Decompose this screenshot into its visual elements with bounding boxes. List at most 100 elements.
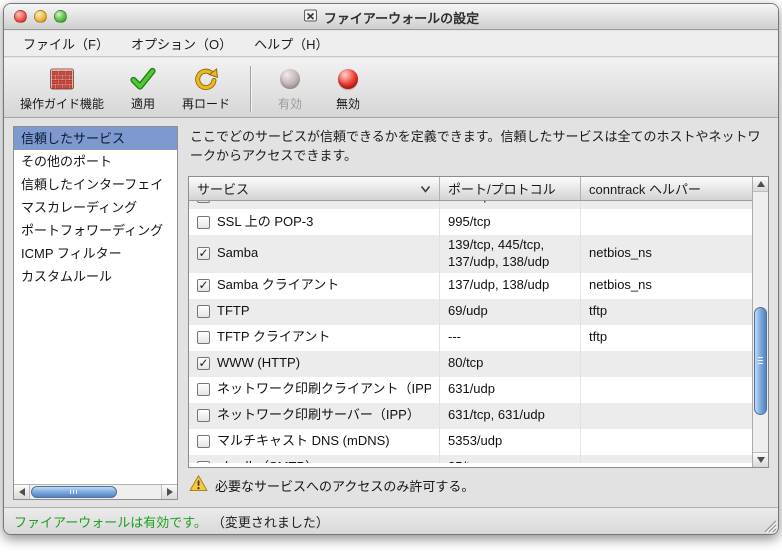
conntrack-helper-cell bbox=[581, 455, 752, 463]
conntrack-helper-cell: netbios_ns bbox=[581, 235, 752, 273]
service-checkbox[interactable] bbox=[197, 305, 210, 318]
ports-cell: 139/tcp, 445/tcp, 137/udp, 138/udp bbox=[440, 235, 581, 273]
content-area: 信頼したサービスその他のポート信頼したインターフェイマスカレーディングポートフォ… bbox=[4, 119, 778, 507]
arrow-down-icon bbox=[757, 457, 765, 463]
service-checkbox[interactable] bbox=[197, 201, 210, 203]
service-checkbox[interactable] bbox=[197, 331, 210, 344]
table-row[interactable]: TFTP クライアント---tftp bbox=[189, 325, 752, 351]
firewall-status-text: ファイアーウォールは有効です。 bbox=[14, 512, 207, 531]
sidebar-item[interactable]: ICMP フィルター bbox=[14, 242, 177, 265]
vertical-scroll-thumb[interactable] bbox=[754, 307, 767, 415]
scroll-up-button[interactable] bbox=[753, 177, 768, 192]
toolbar-button-label: 再ロード bbox=[182, 95, 230, 112]
service-name: ネットワーク印刷クライアント（IPP） bbox=[217, 381, 431, 398]
gray-ball-icon bbox=[280, 66, 300, 92]
ports-cell: 995/tcp bbox=[440, 209, 581, 235]
resize-grip[interactable] bbox=[761, 517, 777, 533]
service-checkbox[interactable] bbox=[197, 435, 210, 448]
column-header-label: ポート/プロトコル bbox=[448, 179, 556, 198]
table-body: SSL 上の IMAP993/tcpSSL 上の POP-3995/tcp✓Sa… bbox=[189, 201, 752, 467]
sidebar-item[interactable]: 信頼したサービス bbox=[14, 127, 177, 150]
service-checkbox[interactable]: ✓ bbox=[197, 461, 210, 463]
horizontal-scroll-thumb[interactable] bbox=[31, 486, 117, 498]
ports-cell: 5353/udp bbox=[440, 429, 581, 455]
service-checkbox[interactable]: ✓ bbox=[197, 357, 210, 370]
wizard-icon bbox=[49, 66, 75, 92]
arrow-right-icon bbox=[167, 488, 173, 496]
conntrack-helper-cell bbox=[581, 209, 752, 235]
service-name: SSL 上の IMAP bbox=[217, 201, 306, 204]
table-row[interactable]: ✓Samba クライアント137/udp, 138/udpnetbios_ns bbox=[189, 273, 752, 299]
toolbar-button-label: 適用 bbox=[131, 95, 155, 112]
ports-cell: --- bbox=[440, 325, 581, 351]
titlebar[interactable]: ファイアーウォールの設定 bbox=[4, 4, 778, 30]
service-name: Samba クライアント bbox=[217, 277, 339, 294]
wizard-button[interactable]: 操作ガイド機能 bbox=[10, 63, 114, 115]
table-row[interactable]: マルチキャスト DNS (mDNS) 5353/udp bbox=[189, 429, 752, 455]
app-icon bbox=[303, 8, 318, 26]
service-name: マルチキャスト DNS (mDNS) bbox=[217, 433, 390, 450]
red-ball-icon bbox=[338, 66, 358, 92]
toolbar-separator bbox=[250, 66, 251, 112]
table-row[interactable]: ネットワーク印刷クライアント（IPP）631/udp bbox=[189, 377, 752, 403]
table-row[interactable]: ネットワーク印刷サーバー（IPP） 631/tcp, 631/udp bbox=[189, 403, 752, 429]
table-row[interactable]: ✓WWW (HTTP)80/tcp bbox=[189, 351, 752, 377]
table-row[interactable]: TFTP69/udptftp bbox=[189, 299, 752, 325]
service-checkbox[interactable] bbox=[197, 383, 210, 396]
statusbar: ファイアーウォールは有効です。 （変更されました） bbox=[4, 507, 778, 534]
column-header[interactable]: サービス bbox=[189, 177, 440, 200]
table-header: サービスポート/プロトコル conntrack ヘルパー bbox=[189, 177, 752, 201]
toolbar-button-label: 無効 bbox=[336, 95, 360, 112]
service-name: TFTP bbox=[217, 303, 250, 320]
ports-cell: 993/tcp bbox=[440, 201, 581, 209]
service-checkbox[interactable]: ✓ bbox=[197, 279, 210, 292]
column-header[interactable]: conntrack ヘルパー bbox=[581, 177, 752, 200]
menu-file[interactable]: ファイル（F） bbox=[12, 31, 120, 56]
conntrack-helper-cell: tftp bbox=[581, 325, 752, 351]
warning-row: 必要なサービスへのアクセスのみ許可する。 bbox=[189, 472, 769, 498]
sidebar-item[interactable]: ポートフォワーディング bbox=[14, 219, 177, 242]
ports-cell: 631/tcp, 631/udp bbox=[440, 403, 581, 429]
table-row[interactable]: ✓Samba139/tcp, 445/tcp, 137/udp, 138/udp… bbox=[189, 235, 752, 273]
table-area: サービスポート/プロトコル conntrack ヘルパー SSL 上の IMAP 9… bbox=[189, 177, 752, 467]
conntrack-helper-cell bbox=[581, 377, 752, 403]
conntrack-helper-cell: netbios_ns bbox=[581, 273, 752, 299]
scroll-down-button[interactable] bbox=[753, 452, 768, 467]
menu-options[interactable]: オプション（O） bbox=[120, 31, 243, 56]
toolbar-button-label: 操作ガイド機能 bbox=[20, 95, 104, 112]
table-row[interactable]: ✓メール（SMTP）25/tcp bbox=[189, 455, 752, 463]
title-area: ファイアーウォールの設定 bbox=[4, 4, 778, 30]
services-table: サービスポート/プロトコル conntrack ヘルパー SSL 上の IMAP 9… bbox=[188, 176, 769, 468]
sidebar-horizontal-scrollbar[interactable] bbox=[14, 484, 177, 499]
apply-button[interactable]: 適用 bbox=[114, 63, 172, 115]
menu-help[interactable]: ヘルプ（H） bbox=[243, 31, 339, 56]
sidebar-item[interactable]: 信頼したインターフェイ bbox=[14, 173, 177, 196]
table-vertical-scrollbar[interactable] bbox=[752, 177, 768, 467]
service-name: ネットワーク印刷サーバー（IPP） bbox=[217, 407, 420, 424]
sidebar-item[interactable]: その他のポート bbox=[14, 150, 177, 173]
disable-button[interactable]: 無効 bbox=[319, 63, 377, 115]
conntrack-helper-cell: tftp bbox=[581, 299, 752, 325]
ports-cell: 80/tcp bbox=[440, 351, 581, 377]
conntrack-helper-cell bbox=[581, 351, 752, 377]
scroll-right-button[interactable] bbox=[161, 485, 177, 499]
sort-indicator-icon bbox=[420, 185, 431, 193]
service-checkbox[interactable] bbox=[197, 216, 210, 229]
warning-text: 必要なサービスへのアクセスのみ許可する。 bbox=[215, 476, 474, 495]
conntrack-helper-cell bbox=[581, 429, 752, 455]
table-row[interactable]: SSL 上の POP-3995/tcp bbox=[189, 209, 752, 235]
column-header[interactable]: ポート/プロトコル bbox=[440, 177, 581, 200]
sidebar-item[interactable]: カスタムルール bbox=[14, 265, 177, 288]
reload-icon bbox=[194, 66, 218, 92]
scroll-left-button[interactable] bbox=[14, 485, 30, 499]
reload-button[interactable]: 再ロード bbox=[172, 63, 240, 115]
table-row[interactable]: SSL 上の IMAP 993/tcp bbox=[189, 201, 752, 209]
toolbar: 操作ガイド機能適用再ロード有効無効 bbox=[4, 58, 778, 118]
service-checkbox[interactable]: ✓ bbox=[197, 247, 210, 260]
sidebar: 信頼したサービスその他のポート信頼したインターフェイマスカレーディングポートフォ… bbox=[13, 126, 178, 500]
sidebar-list: 信頼したサービスその他のポート信頼したインターフェイマスカレーディングポートフォ… bbox=[14, 127, 177, 484]
service-checkbox[interactable] bbox=[197, 409, 210, 422]
service-name: メール（SMTP） bbox=[217, 459, 318, 462]
menubar: ファイル（F）オプション（O）ヘルプ（H） bbox=[4, 31, 778, 57]
sidebar-item[interactable]: マスカレーディング bbox=[14, 196, 177, 219]
